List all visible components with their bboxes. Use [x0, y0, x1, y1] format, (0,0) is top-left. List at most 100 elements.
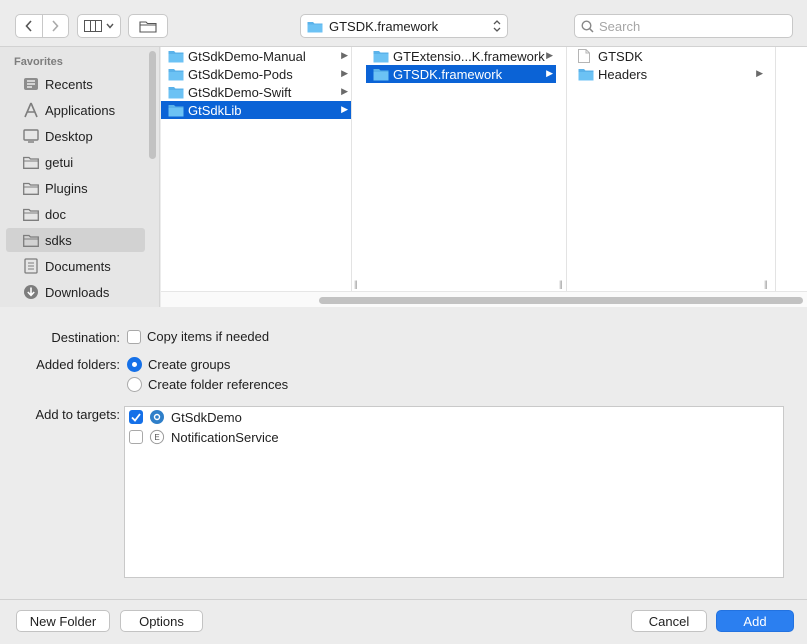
sidebar-item-label: Downloads: [45, 284, 110, 300]
checkmark-icon: [131, 412, 141, 422]
sidebar-item-label: sdks: [45, 232, 72, 248]
add-button[interactable]: Add: [716, 610, 794, 632]
new-folder-icon: [139, 21, 157, 33]
options-button[interactable]: Options: [120, 610, 203, 632]
applications-icon: [22, 101, 40, 119]
sidebar-item-label: getui: [45, 154, 74, 170]
sidebar-scrollbar[interactable]: [149, 51, 156, 159]
browser-column: GtSdkDemo-Manual ▶ GtSdkDemo-Pods ▶ GtSd…: [161, 47, 358, 291]
path-popup-label: GTSDK.framework: [329, 18, 439, 34]
create-folder-references-label: Create folder references: [148, 377, 289, 392]
sidebar-item-plugins[interactable]: Plugins: [6, 176, 145, 200]
search-field[interactable]: [574, 14, 793, 38]
list-item[interactable]: GTSDK: [571, 47, 766, 65]
new-folder-button[interactable]: New Folder: [16, 610, 110, 632]
list-item[interactable]: GtSdkDemo-Swift ▶: [161, 83, 351, 101]
desktop-icon: [22, 127, 40, 145]
back-button[interactable]: [16, 15, 42, 37]
disclosure-arrow-icon: ▶: [546, 50, 553, 60]
folder-icon: [168, 67, 184, 81]
scrollbar-thumb[interactable]: [319, 297, 803, 304]
svg-text:E: E: [154, 433, 159, 442]
sidebar-item-getui[interactable]: getui: [6, 150, 145, 174]
sidebar-item-label: Desktop: [45, 128, 93, 144]
list-item-selected[interactable]: GtSdkLib ▶: [161, 101, 351, 119]
disclosure-arrow-icon: ▶: [341, 68, 348, 78]
copy-items-option[interactable]: Copy items if needed: [127, 329, 269, 344]
folder-icon: [22, 231, 40, 249]
targets-list: GtSdkDemo E NotificationService: [124, 406, 784, 578]
sidebar-item-recents[interactable]: Recents: [6, 72, 145, 96]
list-item[interactable]: GTExtensio...K.framework ▶: [366, 47, 556, 65]
column-resize-handle[interactable]: ||: [354, 279, 358, 289]
folder-icon: [578, 67, 594, 81]
list-item[interactable]: Headers ▶: [571, 65, 766, 83]
disclosure-arrow-icon: ▶: [546, 68, 553, 78]
list-item[interactable]: GtSdkDemo-Manual ▶: [161, 47, 351, 65]
chevron-right-icon: [52, 20, 60, 32]
target-checkbox[interactable]: [129, 430, 143, 444]
chevron-left-icon: [25, 20, 32, 32]
copy-items-label: Copy items if needed: [147, 329, 270, 344]
documents-icon: [22, 257, 40, 275]
back-forward-control: [15, 14, 69, 38]
updown-arrows-icon: [493, 20, 501, 32]
target-label: NotificationService: [171, 429, 279, 445]
column-view-icon: [84, 20, 102, 32]
target-row[interactable]: E NotificationService: [129, 427, 279, 447]
view-options-button[interactable]: [77, 14, 121, 38]
folder-icon: [22, 179, 40, 197]
item-label: GtSdkDemo-Swift: [188, 84, 292, 100]
toolbar: GTSDK.framework: [0, 0, 807, 47]
item-label: GtSdkDemo-Manual: [188, 48, 306, 64]
sidebar-item-downloads[interactable]: Downloads: [6, 280, 145, 304]
disclosure-arrow-icon: ▶: [341, 50, 348, 60]
item-label: Headers: [598, 66, 648, 82]
sidebar-item-sdks[interactable]: sdks: [6, 228, 145, 252]
create-groups-radio[interactable]: [127, 357, 142, 372]
copy-items-checkbox[interactable]: [127, 329, 141, 344]
chevron-down-icon: [106, 23, 114, 29]
sidebar-item-label: Documents: [45, 258, 111, 274]
item-label: GtSdkLib: [188, 102, 242, 118]
item-label: GTSDK: [598, 48, 643, 64]
sidebar-item-label: Recents: [45, 76, 93, 92]
forward-button[interactable]: [41, 15, 68, 37]
downloads-icon: [22, 283, 40, 301]
target-label: GtSdkDemo: [171, 409, 242, 425]
folder-icon: [373, 67, 389, 81]
search-icon: [581, 19, 594, 33]
folder-icon: [307, 21, 323, 32]
list-item[interactable]: GtSdkDemo-Pods ▶: [161, 65, 351, 83]
search-input[interactable]: [599, 18, 779, 34]
column-browser: GtSdkDemo-Manual ▶ GtSdkDemo-Pods ▶ GtSd…: [161, 47, 807, 307]
folder-icon: [168, 103, 184, 117]
path-popup[interactable]: GTSDK.framework: [300, 14, 508, 38]
disclosure-arrow-icon: ▶: [341, 86, 348, 96]
sidebar-item-documents[interactable]: Documents: [6, 254, 145, 278]
disclosure-arrow-icon: ▶: [756, 68, 763, 78]
sidebar-item-label: Applications: [45, 102, 116, 118]
target-row[interactable]: GtSdkDemo: [129, 407, 242, 427]
target-checkbox[interactable]: [129, 410, 143, 424]
create-groups-option[interactable]: Create groups: [127, 357, 230, 372]
folder-icon: [168, 49, 184, 63]
cancel-button[interactable]: Cancel: [631, 610, 707, 632]
extension-target-icon: E: [149, 429, 165, 445]
horizontal-scrollbar[interactable]: [161, 291, 807, 307]
folder-icon: [373, 49, 389, 63]
sidebar-item-desktop[interactable]: Desktop: [6, 124, 145, 148]
sidebar-item-label: Plugins: [45, 180, 88, 196]
create-folder-references-option[interactable]: Create folder references: [127, 377, 288, 392]
disclosure-arrow-icon: ▶: [341, 104, 348, 114]
sidebar-item-label: doc: [45, 206, 66, 222]
new-folder-toolbar-button[interactable]: [128, 14, 168, 38]
sidebar-item-doc[interactable]: doc: [6, 202, 145, 226]
app-target-icon: [149, 409, 165, 425]
column-resize-handle[interactable]: ||: [764, 279, 768, 289]
create-folder-references-radio[interactable]: [127, 377, 142, 392]
column-resize-handle[interactable]: ||: [559, 279, 563, 289]
list-item-selected[interactable]: GTSDK.framework ▶: [366, 65, 556, 83]
item-label: GTSDK.framework: [393, 66, 503, 82]
sidebar-item-applications[interactable]: Applications: [6, 98, 145, 122]
